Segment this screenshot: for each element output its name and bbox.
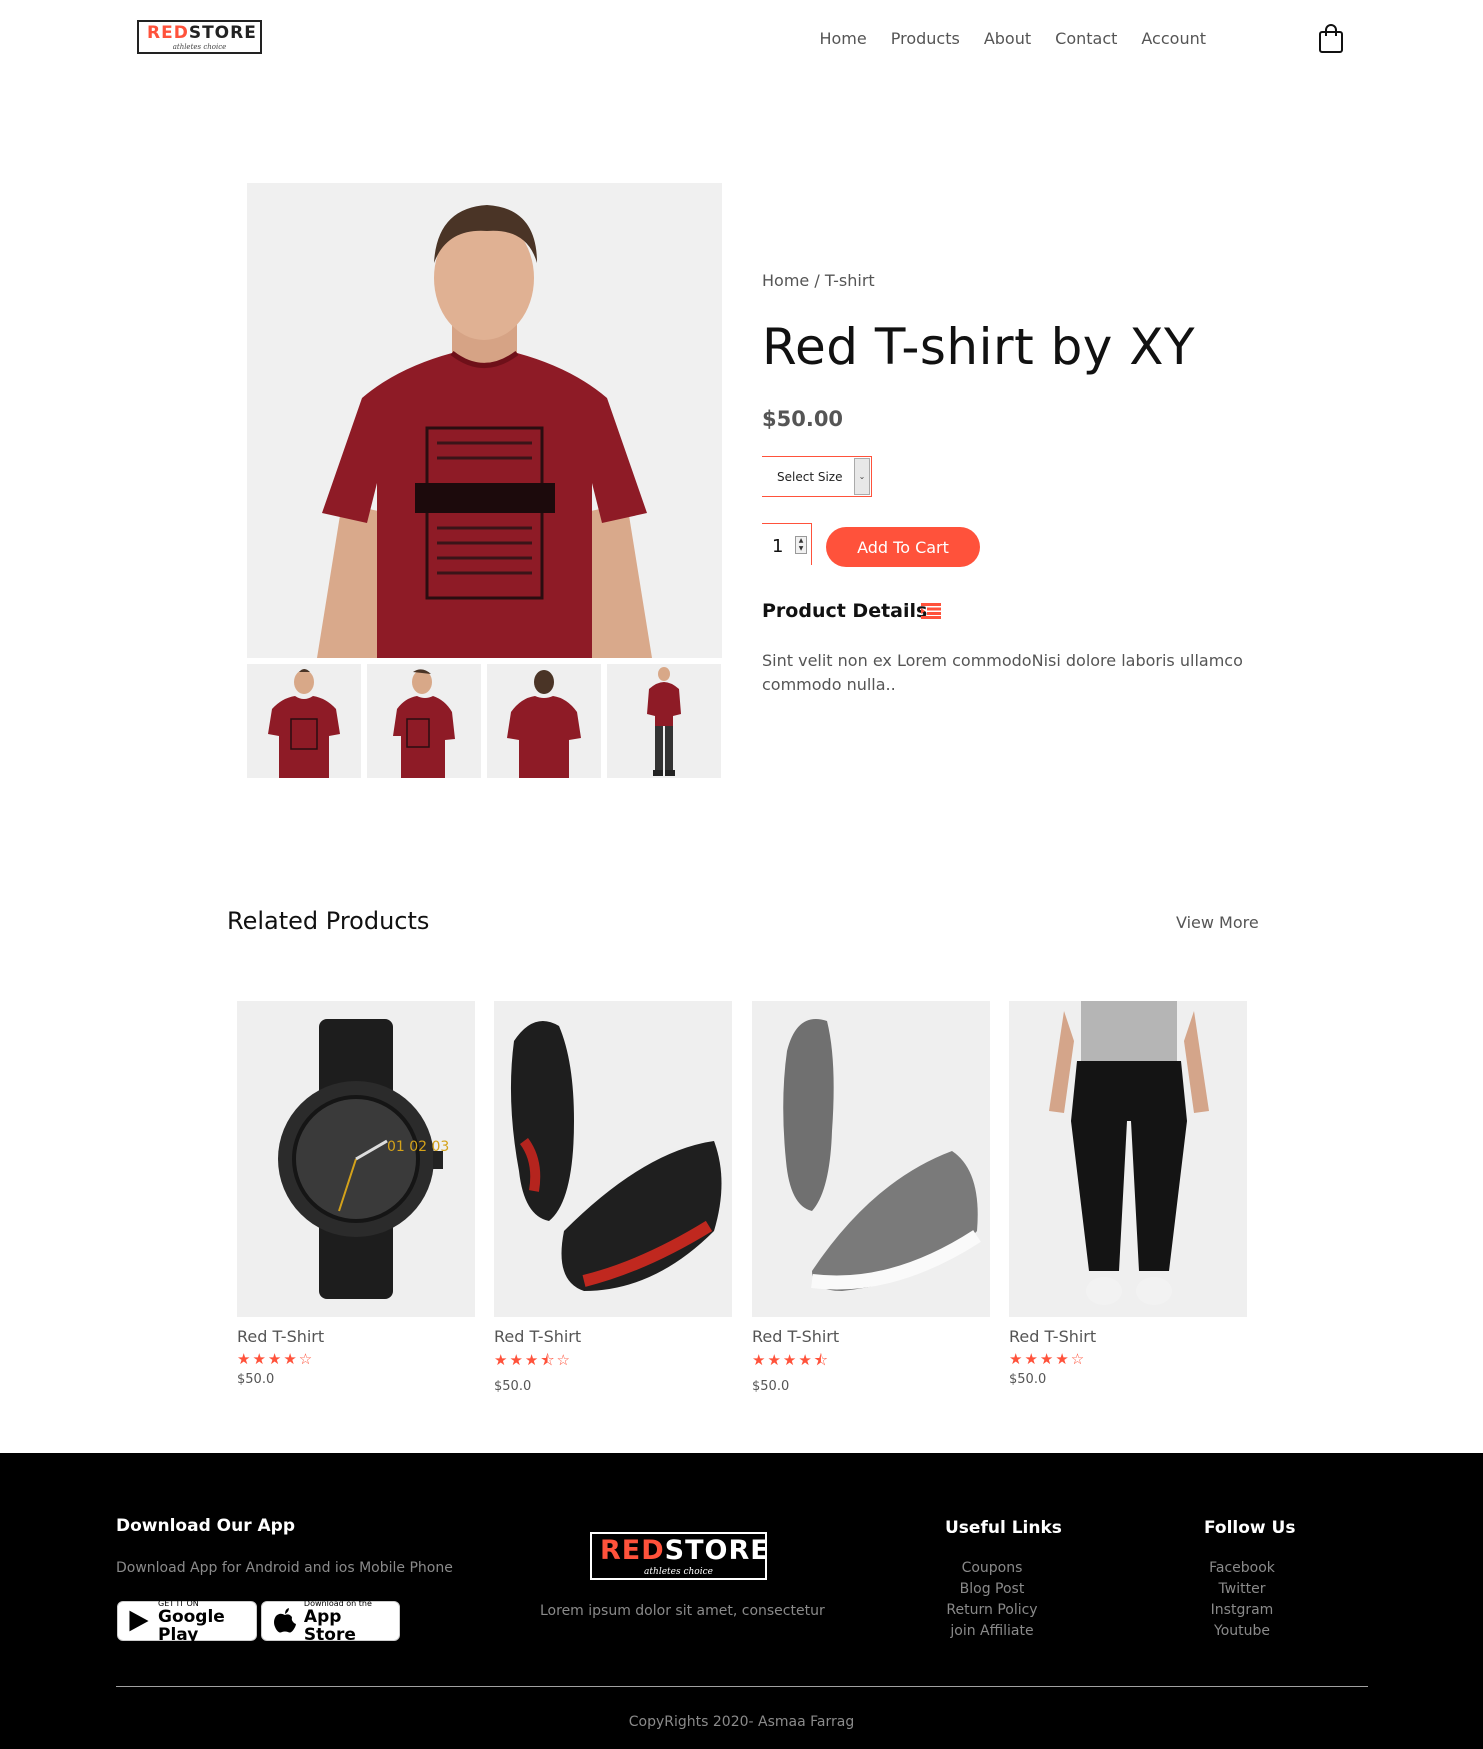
logo-red-text: RED [600,1535,665,1566]
logo-tagline: athletes choice [172,43,227,51]
footer-about-text: Lorem ipsum dolor sit amet, consectetur [540,1603,825,1619]
google-play-button[interactable]: GET IT ON Google Play [117,1599,257,1645]
play-store-icon [129,1610,149,1632]
quantity-stepper[interactable]: 1 ▲ ▼ [762,523,812,565]
product-main-image [247,183,722,658]
nav-link-products[interactable]: Products [891,29,960,48]
footer: Download Our App Download App for Androi… [0,1453,1483,1749]
black-sneakers-image [494,1001,732,1317]
link-return-policy[interactable]: Return Policy [930,1600,1054,1621]
link-twitter[interactable]: Twitter [1191,1579,1293,1600]
view-more-link[interactable]: View More [1176,913,1259,932]
joggers-image [1009,1001,1247,1317]
nav-link-home[interactable]: Home [819,29,866,48]
product-title: Red T-shirt by XY [762,318,1196,376]
product-card-price: $50.0 [237,1372,275,1387]
product-description: Sint velit non ex Lorem commodoNisi dolo… [762,651,1243,694]
shopping-bag-icon[interactable] [1318,24,1344,54]
copyright-text: CopyRights 2020- Asmaa Farrag [628,1714,855,1730]
product-card-name: Red T-Shirt [237,1327,325,1346]
product-card-name: Red T-Shirt [494,1327,582,1346]
star-rating: ★★★★⯪ [752,1351,830,1369]
spinner-arrows-icon[interactable]: ▲ ▼ [795,536,807,554]
breadcrumb: Home / T-shirt [762,271,875,290]
link-join-affiliate[interactable]: join Affiliate [930,1621,1054,1642]
quantity-value: 1 [772,536,784,557]
product-card-name: Red T-Shirt [1009,1327,1097,1346]
brand-logo[interactable]: REDSTORE athletes choice [137,20,262,54]
link-facebook[interactable]: Facebook [1191,1558,1293,1579]
grey-shoes-image [752,1001,990,1317]
nav-link-contact[interactable]: Contact [1055,29,1117,48]
link-instagram[interactable]: Instgram [1191,1600,1293,1621]
download-app-title: Download Our App [116,1516,296,1536]
footer-brand-logo: REDSTORE athletes choice [590,1532,770,1580]
app-store-button[interactable]: Download on the App Store [261,1599,400,1645]
product-card[interactable]: 01 02 03 Red T-Shirt ★★★★☆ $50.0 [237,1001,475,1387]
app-store-big: App Store [303,1606,356,1645]
add-to-cart-button[interactable]: Add To Cart [826,527,980,567]
logo-tagline: athletes choice [644,1567,713,1577]
main-nav: Home Products About Contact Account [795,29,1206,48]
size-select-value: Select Size [777,469,843,484]
link-coupons[interactable]: Coupons [930,1558,1054,1579]
star-rating: ★★★⯪☆ [494,1351,572,1369]
star-rating: ★★★★☆ [1009,1350,1087,1368]
link-blog-post[interactable]: Blog Post [930,1579,1054,1600]
logo-black-text: STORE [664,1535,770,1566]
apple-icon [273,1608,296,1633]
product-thumbnail-side[interactable] [367,664,481,778]
size-select[interactable]: Select Size ⌄ [762,456,872,497]
footer-divider [116,1686,1368,1687]
product-card[interactable]: Red T-Shirt ★★★⯪☆ $50.0 [494,1001,732,1394]
product-card[interactable]: Red T-Shirt ★★★★⯪ $50.0 [752,1001,990,1394]
related-products-title: Related Products [227,907,430,935]
indent-list-icon [921,603,941,619]
useful-links-list: Coupons Blog Post Return Policy join Aff… [930,1558,1054,1642]
nav-link-account[interactable]: Account [1141,29,1206,48]
follow-us-title: Follow Us [1204,1518,1296,1538]
svg-text:01 02 03: 01 02 03 [387,1139,449,1155]
useful-links-title: Useful Links [945,1518,1062,1538]
logo-red-text: RED [147,23,189,43]
chevron-down-icon: ⌄ [854,458,870,495]
link-youtube[interactable]: Youtube [1191,1621,1293,1642]
logo-black-text: STORE [188,23,257,43]
star-rating: ★★★★☆ [237,1350,315,1368]
product-thumbnail-front[interactable] [247,664,361,778]
product-card-name: Red T-Shirt [752,1327,840,1346]
product-card-price: $50.0 [1009,1372,1047,1387]
product-card-price: $50.0 [494,1379,532,1394]
download-app-text: Download App for Android and ios Mobile … [116,1560,453,1576]
product-thumbnail-back[interactable] [487,664,601,778]
product-details-title: Product Details [762,600,928,622]
product-price: $50.00 [762,407,844,431]
product-card[interactable]: Red T-Shirt ★★★★☆ $50.0 [1009,1001,1247,1387]
watch-image: 01 02 03 [237,1001,475,1317]
nav-link-about[interactable]: About [984,29,1031,48]
product-thumbnail-full[interactable] [607,664,721,778]
product-card-price: $50.0 [752,1379,790,1394]
social-links-list: Facebook Twitter Instgram Youtube [1191,1558,1293,1642]
google-play-big: Google Play [158,1606,225,1645]
